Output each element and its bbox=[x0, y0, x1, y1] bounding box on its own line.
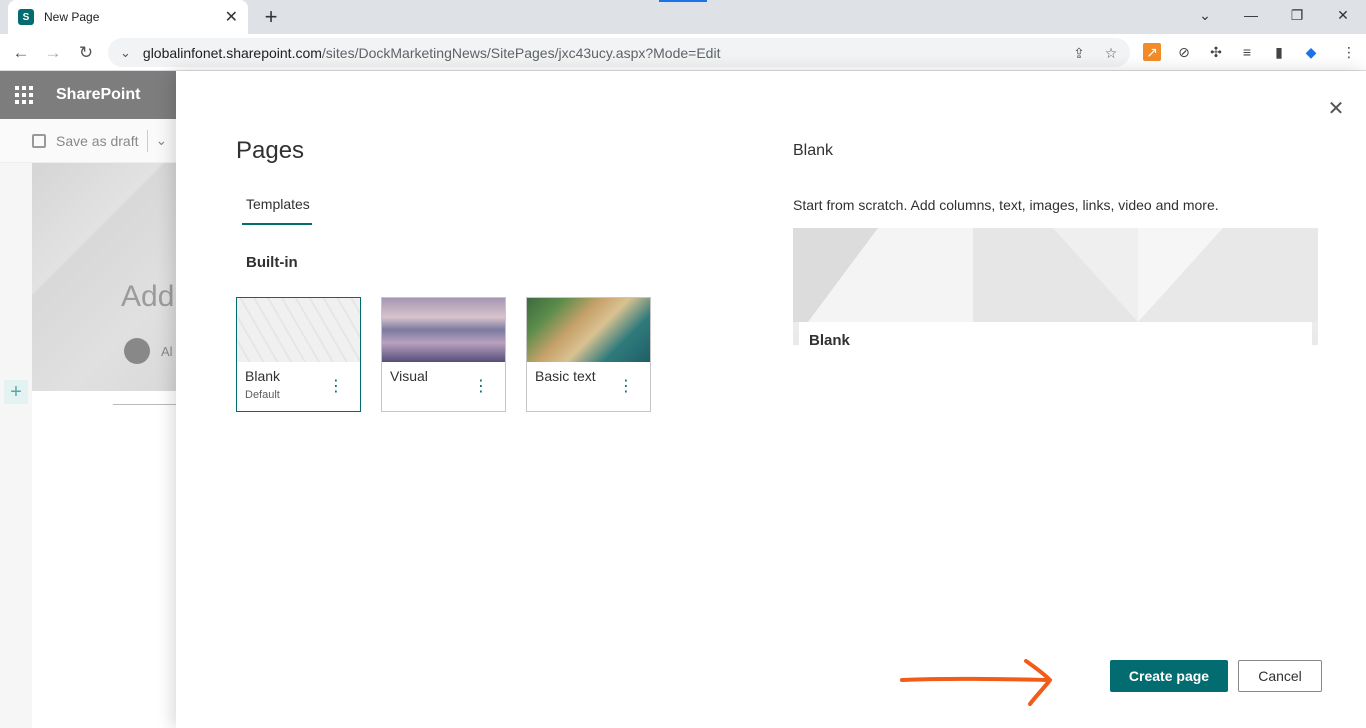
browser-tab-bar: S New Page ✕ + ⌄ — ❐ ✕ bbox=[0, 0, 1366, 34]
forward-icon[interactable]: → bbox=[40, 40, 66, 66]
template-label: Basic text bbox=[535, 368, 596, 384]
preview-facets bbox=[793, 228, 1318, 322]
author-name: Al bbox=[161, 344, 173, 359]
more-options-icon[interactable]: ⋮ bbox=[618, 376, 634, 396]
page-title-placeholder[interactable]: Add bbox=[121, 280, 174, 314]
save-as-draft-button[interactable]: Save as draft bbox=[56, 133, 139, 149]
template-picker-panel: ✕ Pages Templates Built-in Blank Default… bbox=[176, 71, 1366, 728]
template-label: Blank bbox=[245, 368, 281, 384]
extensions-puzzle-icon[interactable]: ✣ bbox=[1207, 43, 1225, 61]
template-preview-image: Blank bbox=[793, 228, 1318, 345]
site-info-icon[interactable]: ⌄ bbox=[120, 45, 131, 61]
sharepoint-brand[interactable]: SharePoint bbox=[56, 86, 140, 104]
back-icon[interactable]: ← bbox=[8, 40, 34, 66]
analytics-extension-icon[interactable]: ↗ bbox=[1143, 43, 1161, 61]
bookmark-star-icon[interactable]: ☆ bbox=[1102, 44, 1120, 62]
share-icon[interactable]: ⇪ bbox=[1070, 44, 1088, 62]
reload-icon[interactable]: ↻ bbox=[73, 40, 99, 66]
tab-title: New Page bbox=[44, 10, 100, 24]
preview-title-area: Blank bbox=[799, 322, 1312, 345]
preview-title: Blank bbox=[793, 142, 834, 159]
sharepoint-favicon-icon: S bbox=[18, 9, 34, 25]
link-extension-icon[interactable]: ⊘ bbox=[1175, 43, 1193, 61]
template-card-blank[interactable]: Blank Default ⋮ bbox=[236, 297, 361, 412]
template-card-visual[interactable]: Visual ⋮ bbox=[381, 297, 506, 412]
template-thumbnail bbox=[237, 298, 360, 362]
section-heading: Built-in bbox=[246, 254, 298, 271]
restore-icon[interactable]: ❐ bbox=[1274, 0, 1320, 30]
more-options-icon[interactable]: ⋮ bbox=[328, 376, 344, 396]
tab-active-indicator bbox=[242, 223, 312, 225]
title-region-background bbox=[32, 163, 176, 391]
save-icon bbox=[32, 133, 46, 148]
annotation-arrow-icon bbox=[900, 659, 1052, 706]
section-divider bbox=[113, 404, 176, 405]
more-options-icon[interactable]: ⋮ bbox=[473, 376, 489, 396]
browser-menu-icon[interactable]: ⋮ bbox=[1340, 43, 1358, 61]
page-command-bar: Save as draft ⌄ bbox=[0, 119, 176, 163]
template-card-basic-text[interactable]: Basic text ⋮ bbox=[526, 297, 651, 412]
cancel-button[interactable]: Cancel bbox=[1238, 660, 1322, 692]
template-sublabel: Default bbox=[245, 389, 280, 401]
template-thumbnail bbox=[527, 298, 650, 362]
reading-list-icon[interactable]: ≡ bbox=[1238, 43, 1256, 61]
page-body bbox=[32, 391, 176, 728]
tab-close-icon[interactable]: ✕ bbox=[225, 7, 238, 27]
close-icon[interactable]: ✕ bbox=[1326, 98, 1346, 120]
panel-title: Pages bbox=[236, 137, 305, 164]
window-close-icon[interactable]: ✕ bbox=[1320, 0, 1366, 30]
new-tab-icon[interactable]: + bbox=[258, 4, 284, 30]
sharepoint-suite-bar: SharePoint bbox=[0, 71, 176, 119]
dock-profile-icon[interactable]: ◆ bbox=[1302, 43, 1320, 61]
chevron-down-icon[interactable]: ⌄ bbox=[156, 132, 168, 149]
minimize-icon[interactable]: — bbox=[1228, 0, 1274, 30]
tab-search-chevron-icon[interactable]: ⌄ bbox=[1182, 0, 1228, 30]
tab-templates[interactable]: Templates bbox=[246, 196, 310, 222]
command-divider bbox=[146, 129, 148, 152]
template-label: Visual bbox=[390, 368, 428, 384]
app-launcher-icon[interactable] bbox=[0, 71, 48, 119]
url-text: globalinfonet.sharepoint.com/sites/DockM… bbox=[142, 44, 721, 61]
preview-card-label: Blank bbox=[809, 332, 850, 345]
template-thumbnail bbox=[382, 298, 505, 362]
address-bar[interactable]: ⌄ globalinfonet.sharepoint.com/sites/Doc… bbox=[108, 38, 1130, 67]
add-section-icon[interactable]: + bbox=[4, 380, 28, 404]
side-panel-icon[interactable]: ▮ bbox=[1270, 43, 1288, 61]
browser-tab[interactable]: S New Page ✕ bbox=[8, 0, 248, 34]
preview-description: Start from scratch. Add columns, text, i… bbox=[793, 197, 1219, 213]
create-page-button[interactable]: Create page bbox=[1110, 660, 1228, 692]
tab-drag-indicator bbox=[659, 0, 707, 2]
avatar bbox=[124, 338, 150, 364]
browser-toolbar: ← → ↻ ⌄ globalinfonet.sharepoint.com/sit… bbox=[0, 34, 1366, 71]
